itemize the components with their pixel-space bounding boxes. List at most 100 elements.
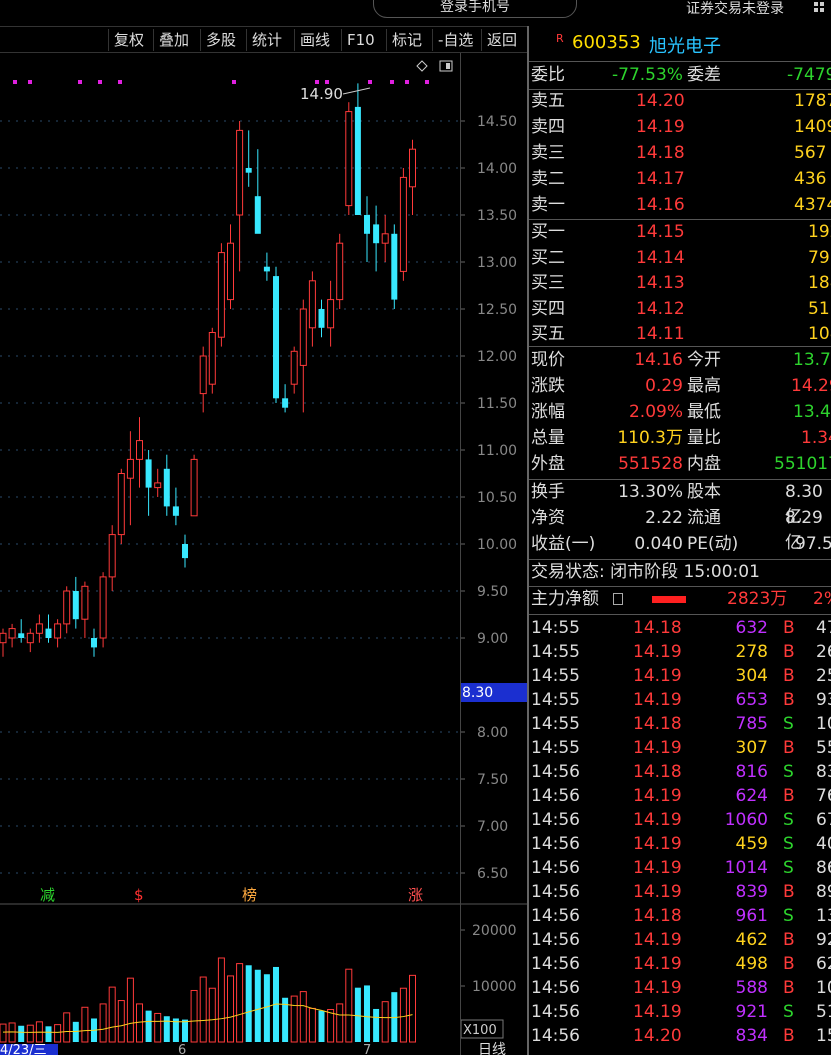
candle-body[interactable] <box>182 544 188 559</box>
candle-body[interactable] <box>227 242 234 301</box>
event-tag-reduce[interactable]: 减 <box>40 886 55 904</box>
price-tick-label: 9.50 <box>477 584 508 600</box>
ask-row[interactable]: 卖五 14.20 1787 <box>529 89 831 114</box>
tick-volume: 624 <box>735 786 768 806</box>
main-flow-pct: 2% <box>813 589 831 609</box>
fund-label-2: 股本 <box>687 482 721 502</box>
candle-body[interactable] <box>409 148 416 188</box>
bid-price: 14.12 <box>636 298 685 319</box>
ask-row[interactable]: 卖二 14.17 436 <box>529 167 831 192</box>
bid-row[interactable]: 买五 14.11 108 <box>529 322 831 347</box>
candle-body[interactable] <box>172 506 179 516</box>
volume-bar <box>399 987 407 1043</box>
multi-stock-button[interactable]: 多股 <box>200 29 241 51</box>
kline-chart[interactable]: 14.50 14.00 13.50 13.00 12.50 12.00 11.50 11.00… <box>0 53 527 1055</box>
grid-menu-icon[interactable] <box>814 2 824 12</box>
candle-body[interactable] <box>308 280 316 329</box>
ask-row[interactable]: 卖一 14.16 4374 <box>529 193 831 218</box>
candle-body[interactable] <box>273 276 279 399</box>
ask-row[interactable]: 卖三 14.18 567 <box>529 141 831 166</box>
candle-body[interactable] <box>26 632 34 644</box>
tick-row: 14:56 14.20 834 B 150 <box>529 1024 831 1048</box>
candle-body[interactable] <box>126 458 134 479</box>
candle-body[interactable] <box>208 332 216 385</box>
volume-bar <box>409 974 416 1043</box>
event-tag-list[interactable]: 榜 <box>242 886 257 904</box>
candle-body[interactable] <box>99 576 107 639</box>
statistics-button[interactable]: 统计 <box>246 29 287 51</box>
tick-time: 14:56 <box>531 834 580 854</box>
panel-toggle-icon[interactable] <box>439 60 453 72</box>
ask-row[interactable]: 卖四 14.19 1409 <box>529 115 831 140</box>
candle-body[interactable] <box>245 168 252 173</box>
candle-body[interactable] <box>391 233 398 300</box>
event-tag-dollar[interactable]: $ <box>134 886 144 904</box>
volume-bar <box>81 1006 89 1043</box>
draw-line-button[interactable]: 画线 <box>294 29 335 51</box>
candle-body[interactable] <box>263 266 270 272</box>
tick-time: 14:55 <box>531 666 580 686</box>
remove-watchlist-button[interactable]: -自选 <box>432 29 478 51</box>
candle-body[interactable] <box>190 458 198 517</box>
bid-row[interactable]: 买三 14.13 188 <box>529 271 831 296</box>
list-icon[interactable] <box>613 593 623 605</box>
candle-body[interactable] <box>399 176 407 272</box>
back-button[interactable]: 返回 <box>481 29 522 51</box>
bid-row[interactable]: 买一 14.15 192 <box>529 220 831 245</box>
tick-price: 14.19 <box>633 786 682 806</box>
login-phone-button[interactable]: 登录手机号 <box>373 0 577 18</box>
fuquan-button[interactable]: 复权 <box>108 29 149 51</box>
candle-body[interactable] <box>318 309 325 328</box>
candle-body[interactable] <box>81 585 89 620</box>
candle-body[interactable] <box>327 299 335 329</box>
trade-login-status[interactable]: 证券交易未登录 <box>686 0 784 18</box>
tick-count: 67 <box>816 810 831 830</box>
candle-body[interactable] <box>108 534 116 578</box>
candle-body[interactable] <box>8 628 16 639</box>
event-tag-rise[interactable]: 涨 <box>408 886 423 904</box>
diamond-icon[interactable] <box>416 60 428 72</box>
overlay-button[interactable]: 叠加 <box>153 29 194 51</box>
candle-body[interactable] <box>45 628 52 638</box>
candle-body[interactable] <box>145 459 152 488</box>
candle-body[interactable] <box>290 350 298 385</box>
candle-body[interactable] <box>54 623 62 639</box>
bid-row[interactable]: 买二 14.14 79 <box>529 246 831 271</box>
candle-body[interactable] <box>236 129 244 216</box>
candle-body[interactable] <box>381 233 389 244</box>
candle-body[interactable] <box>254 196 261 234</box>
candle-body[interactable] <box>63 590 71 625</box>
tick-row: 14:55 14.19 653 B 93 <box>529 688 831 712</box>
bid-row[interactable]: 买四 14.12 517 <box>529 297 831 322</box>
stat-value-2: 551017 <box>774 454 831 474</box>
candle-body[interactable] <box>217 252 225 338</box>
candle-body[interactable] <box>18 633 25 638</box>
f10-button[interactable]: F10 <box>341 29 380 51</box>
tick-row: 14:56 14.19 1060 S 67 <box>529 808 831 832</box>
candle-body[interactable] <box>136 440 143 460</box>
candle-body[interactable] <box>354 106 361 215</box>
candle-body[interactable] <box>345 111 353 207</box>
candle-body[interactable] <box>282 398 289 408</box>
candle-body[interactable] <box>373 224 380 244</box>
candle-body[interactable] <box>91 638 97 648</box>
candle-body[interactable] <box>336 242 344 301</box>
main-flow-value: 2823万 <box>727 589 788 609</box>
stat-label-2: 今开 <box>687 350 721 370</box>
candle-body[interactable] <box>72 591 79 620</box>
tick-row: 14:56 14.19 921 S 51 <box>529 1000 831 1024</box>
candle-body[interactable] <box>199 355 207 395</box>
candle-body[interactable] <box>364 215 370 234</box>
stat-label: 涨幅 <box>531 402 565 422</box>
candle-body[interactable] <box>154 482 162 489</box>
candle-body[interactable] <box>299 308 307 366</box>
candle-body[interactable] <box>163 468 170 507</box>
weibi-label: 委比 <box>531 65 565 85</box>
candle-body[interactable] <box>35 623 43 634</box>
stat-label: 现价 <box>531 350 565 370</box>
volume-bar <box>345 968 353 1043</box>
mark-button[interactable]: 标记 <box>386 29 427 51</box>
period-label[interactable]: 日线 <box>478 1042 506 1055</box>
candle-body[interactable] <box>0 632 7 644</box>
candle-body[interactable] <box>117 473 125 536</box>
